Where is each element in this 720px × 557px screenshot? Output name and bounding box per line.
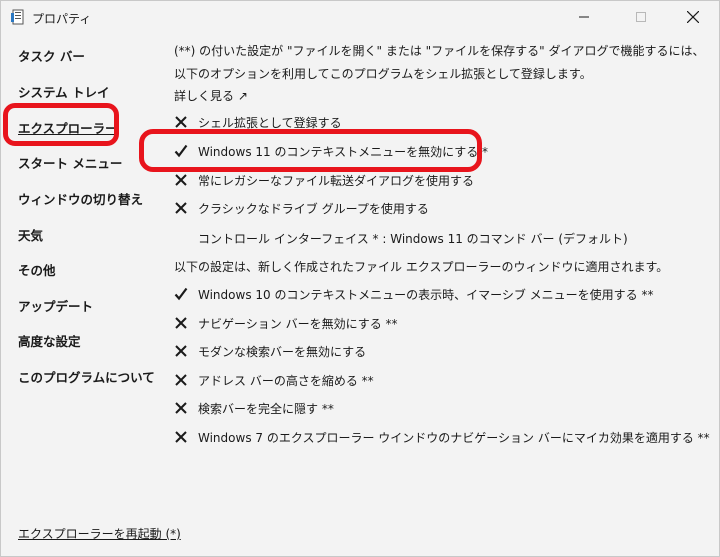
intro-text-line-2: 以下のオプションを利用してこのプログラムをシェル拡張として登録します。 xyxy=(174,67,592,81)
learn-more-link[interactable]: 詳しく見る ↗ xyxy=(174,87,248,104)
option-shrink-address-bar[interactable]: アドレス バーの高さを縮める ** xyxy=(174,370,374,390)
option-disable-navigation-bar[interactable]: ナビゲーション バーを無効にする ** xyxy=(174,313,398,333)
sidebar-item-window-switcher[interactable]: ウィンドウの切り替え xyxy=(18,189,143,208)
maximize-icon xyxy=(636,12,646,22)
option-disable-modern-search-bar[interactable]: モダンな検索バーを無効にする xyxy=(174,341,366,361)
window-title: プロパティ xyxy=(32,12,92,26)
check-icon xyxy=(174,287,188,301)
restart-explorer-link[interactable]: エクスプローラーを再起動 (*) xyxy=(18,525,181,542)
minimize-icon xyxy=(579,16,589,18)
cross-icon xyxy=(175,174,187,186)
title-bar[interactable]: プロパティ xyxy=(1,1,720,33)
close-button[interactable] xyxy=(670,1,716,33)
cross-icon xyxy=(175,317,187,329)
option-label: クラシックなドライブ グループを使用する xyxy=(198,201,429,216)
highlight-annotation xyxy=(3,103,119,146)
option-label: Windows 7 のエクスプローラー ウインドウのナビゲーション バーにマイカ… xyxy=(198,430,710,445)
sidebar-item-other[interactable]: その他 xyxy=(18,260,56,279)
cross-icon xyxy=(175,402,187,414)
cross-icon xyxy=(175,431,187,443)
intro-text-line-1: (**) の付いた設定が "ファイルを開く" または "ファイルを保存する" ダ… xyxy=(174,44,705,58)
cross-icon xyxy=(175,374,187,386)
sidebar-item-advanced[interactable]: 高度な設定 xyxy=(18,331,81,350)
sidebar-item-about[interactable]: このプログラムについて xyxy=(18,367,155,386)
properties-window: プロパティ タスク バー システム トレイ エクスプローラー スタート メニュー… xyxy=(0,0,720,557)
option-label: 常にレガシーなファイル転送ダイアログを使用する xyxy=(198,173,475,188)
cross-icon xyxy=(175,345,187,357)
sidebar-item-taskbar[interactable]: タスク バー xyxy=(18,46,85,65)
option-immersive-menu-win10[interactable]: Windows 10 のコンテキストメニューの表示時、イマーシブ メニューを使用… xyxy=(174,284,654,304)
option-hide-search-bar[interactable]: 検索バーを完全に隠す ** xyxy=(174,398,334,418)
control-interface-selector[interactable]: コントロール インターフェイス * : Windows 11 のコマンド バー … xyxy=(198,230,628,247)
sidebar-item-update[interactable]: アップデート xyxy=(18,296,93,315)
option-label: シェル拡張として登録する xyxy=(198,115,342,130)
minimize-button[interactable] xyxy=(561,1,607,33)
section-note: 以下の設定は、新しく作成されたファイル エクスプローラーのウィンドウに適用されま… xyxy=(174,260,669,274)
option-label: Windows 10 のコンテキストメニューの表示時、イマーシブ メニューを使用… xyxy=(198,287,654,302)
cross-icon xyxy=(175,202,187,214)
sidebar-item-weather[interactable]: 天気 xyxy=(18,225,43,244)
option-mica-effect-win7-navbar[interactable]: Windows 7 のエクスプローラー ウインドウのナビゲーション バーにマイカ… xyxy=(174,427,710,447)
highlight-annotation xyxy=(139,129,482,172)
cross-icon xyxy=(175,116,187,128)
option-label: アドレス バーの高さを縮める ** xyxy=(198,373,374,388)
option-legacy-file-transfer-dialog[interactable]: 常にレガシーなファイル転送ダイアログを使用する xyxy=(174,170,474,190)
option-label: 検索バーを完全に隠す ** xyxy=(198,401,334,416)
option-label: モダンな検索バーを無効にする xyxy=(198,344,367,359)
explorer-settings-panel: (**) の付いた設定が "ファイルを開く" または "ファイルを保存する" ダ… xyxy=(139,33,720,557)
sidebar-item-start-menu[interactable]: スタート メニュー xyxy=(18,153,122,172)
option-classic-drive-groups[interactable]: クラシックなドライブ グループを使用する xyxy=(174,198,429,218)
close-icon xyxy=(687,11,699,23)
properties-app-icon xyxy=(11,9,25,25)
maximize-button[interactable] xyxy=(618,1,664,33)
sidebar: タスク バー システム トレイ エクスプローラー スタート メニュー ウィンドウ… xyxy=(1,33,161,557)
option-label: ナビゲーション バーを無効にする ** xyxy=(198,316,398,331)
sidebar-item-system-tray[interactable]: システム トレイ xyxy=(18,82,109,101)
